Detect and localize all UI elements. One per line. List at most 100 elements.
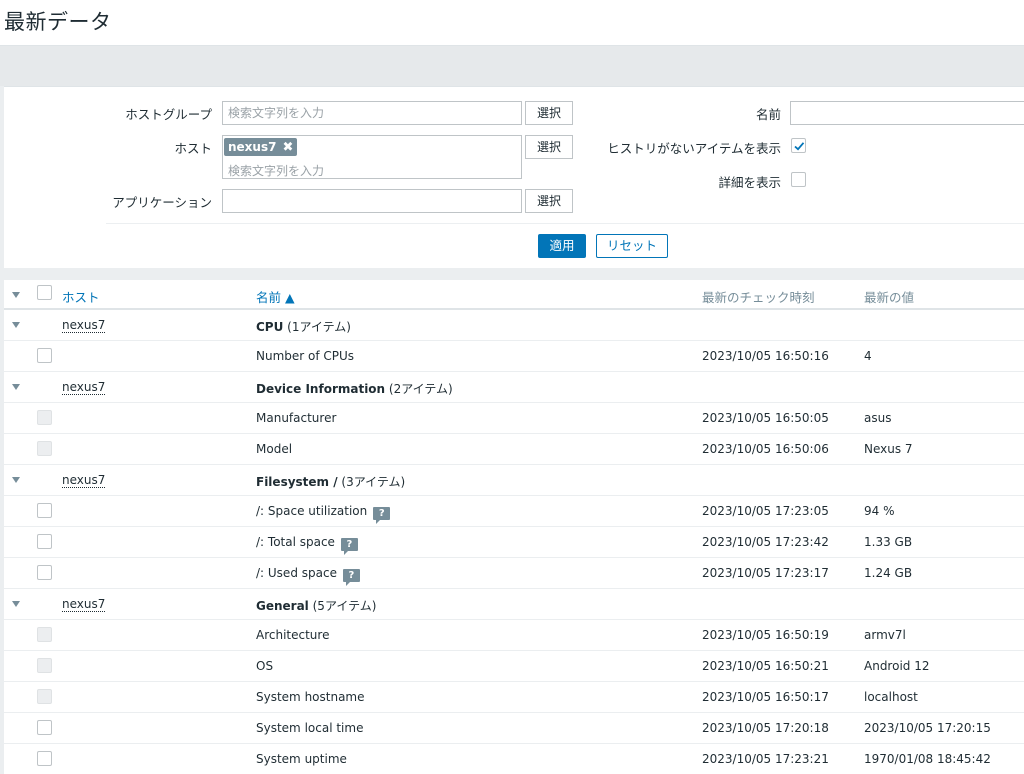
- application-select-button[interactable]: 選択: [525, 189, 573, 213]
- last-value-column-header: 最新の値: [864, 290, 915, 305]
- last-value-cell: asus: [864, 411, 892, 425]
- application-name: Device Information: [256, 382, 386, 396]
- table-row: System hostname 2023/10/05 16:50:17 localh…: [4, 682, 1024, 713]
- latest-data-table: ホスト 名前 ▲ 最新のチェック時刻 最新の値 nexus7 CPU (1アイテム…: [4, 280, 1024, 774]
- last-value-cell: Nexus 7: [864, 442, 913, 456]
- application-cell: CPU (1アイテム): [256, 318, 351, 335]
- table-row: /: Used space? 2023/10/05 17:23:17 1.24 GB: [4, 558, 1024, 589]
- table-row: Number of CPUs 2023/10/05 16:50:16 4: [4, 341, 1024, 372]
- item-name: System hostname: [256, 690, 365, 704]
- item-name: System local time: [256, 721, 364, 735]
- filter-divider: [106, 223, 1024, 224]
- last-value-cell: 94 %: [864, 504, 895, 518]
- last-check-cell: 2023/10/05 16:50:06: [702, 442, 829, 456]
- host-tag: nexus7 ✖: [224, 138, 298, 156]
- group-host-cell: nexus7: [62, 473, 106, 488]
- table-row: Manufacturer 2023/10/05 16:50:05 asus: [4, 403, 1024, 434]
- item-name: OS: [256, 659, 274, 673]
- application-input[interactable]: [222, 189, 522, 213]
- item-name: System uptime: [256, 752, 347, 766]
- last-value-cell: Android 12: [864, 659, 930, 673]
- item-name-cell: System uptime: [256, 752, 347, 766]
- host-link[interactable]: nexus7: [62, 473, 106, 488]
- item-count: (2アイテム): [385, 382, 453, 396]
- host-link[interactable]: nexus7: [62, 597, 106, 612]
- application-cell: Filesystem / (3アイテム): [256, 473, 405, 490]
- host-group-label: ホストグループ: [125, 107, 212, 122]
- host-group-select-button[interactable]: 選択: [525, 101, 573, 125]
- collapse-all-icon[interactable]: [12, 292, 20, 298]
- last-check-cell: 2023/10/05 16:50:19: [702, 628, 829, 642]
- checkmark-icon: [794, 142, 805, 151]
- row-checkbox: [37, 689, 52, 704]
- description-hint-icon[interactable]: ?: [340, 538, 358, 555]
- name-column-header[interactable]: 名前 ▲: [256, 287, 295, 306]
- show-no-history-checkbox[interactable]: [791, 138, 806, 153]
- last-value-cell: 1970/01/08 18:45:42: [864, 752, 991, 766]
- description-hint-icon[interactable]: ?: [342, 569, 360, 586]
- collapse-group-icon[interactable]: [12, 322, 20, 328]
- filter-tab-band: [0, 46, 1024, 86]
- item-name: Architecture: [256, 628, 330, 642]
- row-checkbox[interactable]: [37, 565, 52, 580]
- table-row: Architecture 2023/10/05 16:50:19 armv7l: [4, 620, 1024, 651]
- page-header: 最新データ: [0, 0, 1024, 46]
- item-count: (5アイテム): [308, 599, 377, 613]
- table-header: ホスト 名前 ▲ 最新のチェック時刻 最新の値: [4, 280, 1024, 310]
- table-row: System uptime 2023/10/05 17:23:21 1970/01/…: [4, 744, 1024, 774]
- collapse-group-icon[interactable]: [12, 601, 20, 607]
- item-name: /: Total space: [256, 535, 335, 549]
- row-checkbox[interactable]: [37, 720, 52, 735]
- host-link[interactable]: nexus7: [62, 318, 106, 333]
- group-row: nexus7 Device Information (2アイテム): [4, 372, 1024, 403]
- apply-button[interactable]: 適用: [538, 234, 586, 258]
- show-no-history-label: ヒストリがないアイテムを表示: [607, 141, 781, 156]
- row-checkbox: [37, 441, 52, 456]
- application-label: アプリケーション: [112, 195, 212, 210]
- host-tag-label: nexus7: [228, 140, 277, 154]
- remove-tag-icon[interactable]: ✖: [282, 140, 293, 155]
- collapse-group-icon[interactable]: [12, 384, 20, 390]
- last-check-cell: 2023/10/05 17:23:21: [702, 752, 829, 766]
- row-checkbox[interactable]: [37, 348, 52, 363]
- reset-button[interactable]: リセット: [596, 234, 668, 258]
- group-row: nexus7 Filesystem / (3アイテム): [4, 465, 1024, 496]
- name-input[interactable]: [790, 101, 1024, 125]
- host-link[interactable]: nexus7: [62, 380, 106, 395]
- group-row: nexus7 CPU (1アイテム): [4, 310, 1024, 341]
- item-name: Number of CPUs: [256, 349, 355, 363]
- application-name: General: [256, 599, 309, 613]
- host-input-placeholder: 検索文字列を入力: [228, 164, 325, 178]
- row-checkbox[interactable]: [37, 751, 52, 766]
- item-name-cell: /: Used space?: [256, 566, 360, 586]
- row-checkbox: [37, 658, 52, 673]
- item-name: Manufacturer: [256, 411, 337, 425]
- collapse-group-icon[interactable]: [12, 477, 20, 483]
- last-check-cell: 2023/10/05 17:20:18: [702, 721, 829, 735]
- name-label: 名前: [755, 107, 781, 122]
- select-all-checkbox[interactable]: [37, 285, 52, 300]
- row-checkbox[interactable]: [37, 503, 52, 518]
- last-check-cell: 2023/10/05 17:23:42: [702, 535, 829, 549]
- item-count: (3アイテム): [337, 475, 406, 489]
- last-check-cell: 2023/10/05 16:50:17: [702, 690, 829, 704]
- last-check-column-header: 最新のチェック時刻: [702, 290, 815, 305]
- host-group-input[interactable]: 検索文字列を入力: [222, 101, 522, 125]
- host-column-header[interactable]: ホスト: [62, 287, 100, 306]
- last-check-cell: 2023/10/05 16:50:16: [702, 349, 829, 363]
- row-checkbox: [37, 410, 52, 425]
- group-row: nexus7 General (5アイテム): [4, 589, 1024, 620]
- last-check-cell: 2023/10/05 17:23:17: [702, 566, 829, 580]
- row-checkbox[interactable]: [37, 534, 52, 549]
- item-name-cell: /: Space utilization?: [256, 504, 391, 524]
- last-value-cell: 1.24 GB: [864, 566, 913, 580]
- host-select-button[interactable]: 選択: [525, 135, 573, 159]
- application-cell: Device Information (2アイテム): [256, 380, 453, 397]
- application-name: CPU: [256, 320, 284, 334]
- item-name-cell: Manufacturer: [256, 411, 336, 425]
- last-value-cell: 2023/10/05 17:20:15: [864, 721, 991, 735]
- show-details-checkbox[interactable]: [791, 172, 806, 187]
- description-hint-icon[interactable]: ?: [373, 507, 391, 524]
- last-check-cell: 2023/10/05 16:50:21: [702, 659, 829, 673]
- table-row: /: Space utilization? 2023/10/05 17:23:05…: [4, 496, 1024, 527]
